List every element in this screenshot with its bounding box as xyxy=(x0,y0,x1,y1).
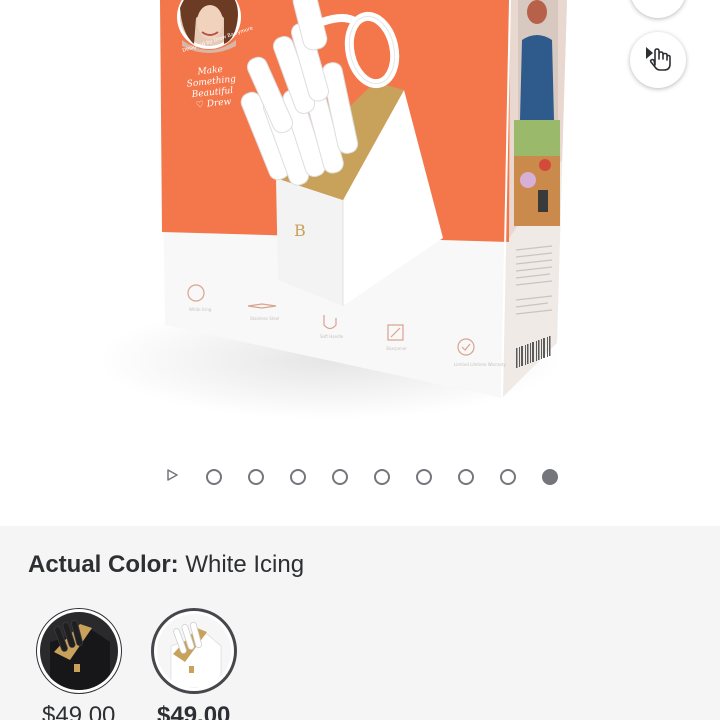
svg-text:Soft Handle: Soft Handle xyxy=(320,334,344,339)
carousel-dot-7[interactable] xyxy=(458,469,474,485)
zoom-icon xyxy=(645,0,671,6)
actual-color-value: White Icing xyxy=(185,551,305,578)
carousel-dot-9[interactable] xyxy=(542,469,558,485)
swatch-white-icing[interactable] xyxy=(151,608,237,694)
swatch-black-sesame[interactable] xyxy=(36,608,122,694)
carousel-dot-6[interactable] xyxy=(416,469,432,485)
image-carousel-indicators xyxy=(0,462,720,492)
carousel-dot-3[interactable] xyxy=(290,469,306,485)
svg-text:Sharpener: Sharpener xyxy=(386,346,407,351)
play-icon xyxy=(166,468,178,486)
swatch-black-image xyxy=(40,612,118,690)
carousel-dot-8[interactable] xyxy=(500,469,516,485)
swatch-white-image xyxy=(157,614,231,688)
product-image-area: Designed by Drew Barrymore B White Icing… xyxy=(0,0,720,526)
svg-text:Stainless Steel: Stainless Steel xyxy=(250,316,279,321)
price-black-sesame: $49.00 xyxy=(42,702,116,720)
svg-text:White Icing: White Icing xyxy=(189,307,212,312)
box-side-panel xyxy=(502,0,567,398)
view-360-button[interactable] xyxy=(630,32,686,88)
svg-text:Limited Lifetime Warranty: Limited Lifetime Warranty xyxy=(454,362,507,367)
block-monogram: B xyxy=(294,221,306,240)
carousel-dot-5[interactable] xyxy=(374,469,390,485)
hand-360-icon xyxy=(643,43,673,78)
variant-section: Actual Color: White Icing $49.00 $49.00 xyxy=(0,526,720,720)
carousel-dot-4[interactable] xyxy=(332,469,348,485)
actual-color-line: Actual Color: White Icing xyxy=(28,551,304,579)
play-button[interactable] xyxy=(164,469,180,485)
actual-color-label: Actual Color: xyxy=(28,551,179,578)
product-image[interactable]: Designed by Drew Barrymore B White Icing… xyxy=(0,0,720,526)
carousel-dot-2[interactable] xyxy=(248,469,264,485)
tagline: Make Something Beautiful ♡ Drew xyxy=(186,64,237,111)
carousel-dot-1[interactable] xyxy=(206,469,222,485)
product-page: Designed by Drew Barrymore B White Icing… xyxy=(0,0,720,720)
price-white-icing: $49.00 xyxy=(157,702,231,720)
